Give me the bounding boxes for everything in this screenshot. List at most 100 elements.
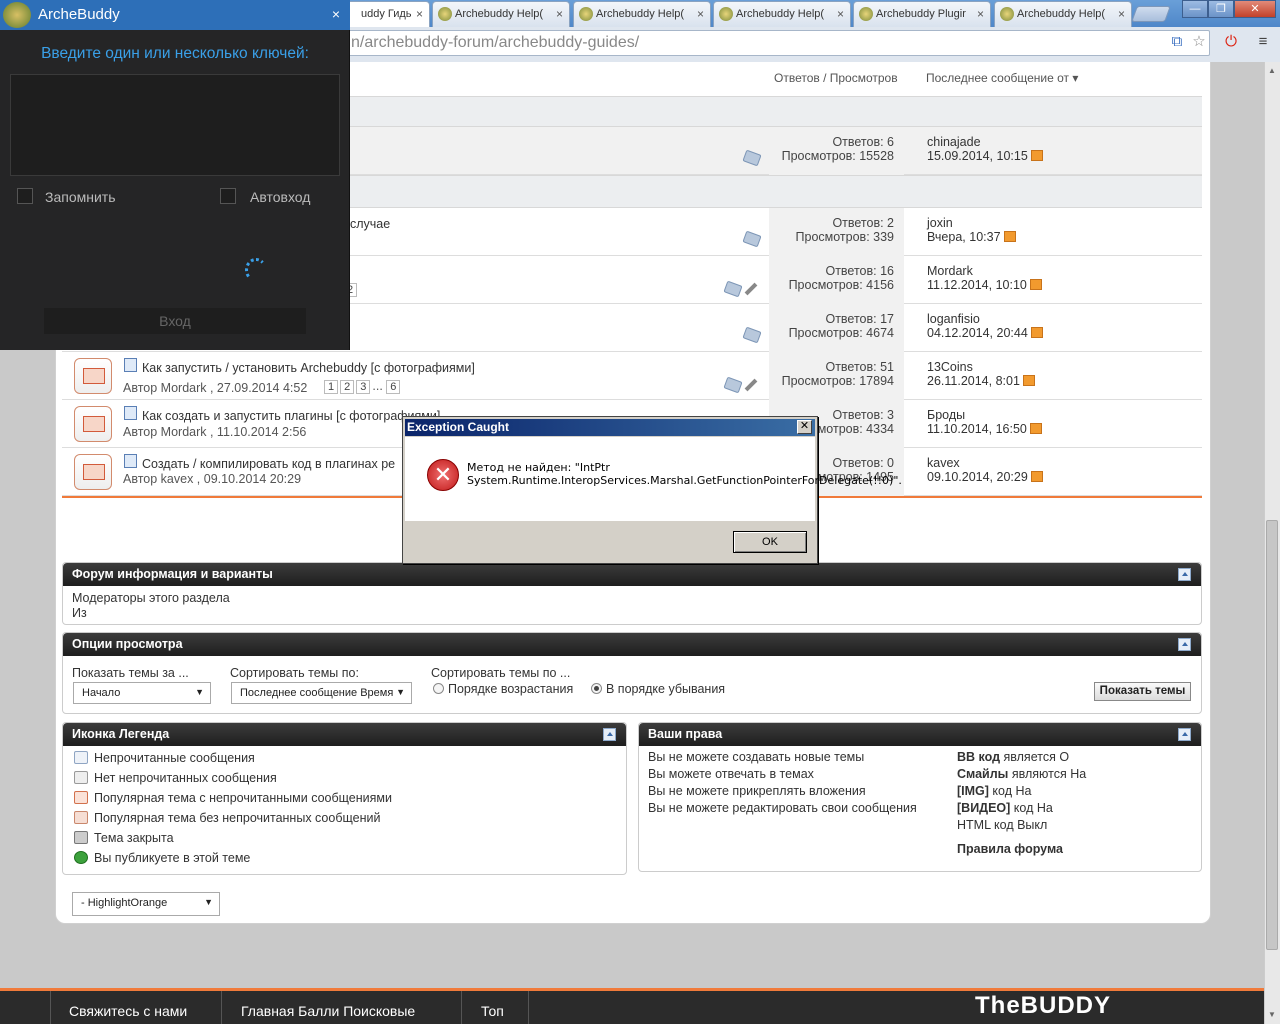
tag-icon xyxy=(723,280,743,298)
posted-icon xyxy=(74,851,88,864)
show-period-select[interactable]: Начало xyxy=(73,682,211,704)
tab-1[interactable]: uddy Гидь × xyxy=(338,1,430,27)
table-row[interactable]: Как запустить / установить Archebuddy [с… xyxy=(62,352,1202,400)
last-user-link[interactable]: 13Coins xyxy=(927,360,1035,374)
remember-checkbox[interactable] xyxy=(17,188,33,204)
order-asc-radio[interactable]: Порядке возрастания xyxy=(433,682,573,696)
archebuddy-logo-icon xyxy=(3,2,31,28)
pencil-icon xyxy=(744,282,758,296)
show-threads-button[interactable]: Показать темы xyxy=(1094,682,1191,701)
tab-5[interactable]: Archebuddy Plugir × xyxy=(853,1,991,27)
go-last-post-icon[interactable] xyxy=(1003,231,1016,242)
thread-title[interactable]: Как создать и запустить плагины [с фотог… xyxy=(142,409,440,423)
col-replies-header[interactable]: Ответов / Просмотров xyxy=(774,71,898,85)
tab-close-icon[interactable]: × xyxy=(837,7,844,21)
new-tab-button[interactable] xyxy=(1131,6,1171,22)
collapse-icon[interactable] xyxy=(1178,568,1191,581)
tab-2[interactable]: Archebuddy Help(× xyxy=(432,1,570,27)
collapse-icon[interactable] xyxy=(1178,728,1191,741)
adblock-icon[interactable]: ⏻ xyxy=(1222,33,1240,51)
icon-legend-panel: Иконка Легенда Непрочитанные сообщения Н… xyxy=(62,722,627,875)
pencil-icon xyxy=(744,378,758,392)
thread-title[interactable]: Создать / компилировать код в плагинах р… xyxy=(142,457,395,471)
view-options-panel: Опции просмотра Показать темы за ... Нач… xyxy=(62,632,1202,714)
collapse-icon[interactable] xyxy=(603,728,616,741)
page-link[interactable]: 3 xyxy=(356,380,371,394)
go-last-post-icon[interactable] xyxy=(1029,423,1042,434)
thread-title[interactable]: Как запустить / установить Archebuddy [с… xyxy=(142,361,475,375)
tab-close-icon[interactable]: × xyxy=(1118,7,1125,21)
page-link[interactable]: 6 xyxy=(386,380,401,394)
last-user-link[interactable]: Броды xyxy=(927,408,1042,422)
read-icon xyxy=(74,771,88,784)
tab-close-icon[interactable]: × xyxy=(416,7,423,21)
minimize-button[interactable]: — xyxy=(1182,0,1208,18)
last-user-link[interactable]: Mordark xyxy=(927,264,1042,278)
keys-textarea[interactable] xyxy=(10,74,340,176)
last-user-link[interactable]: chinajade xyxy=(927,135,1043,149)
popular-thread-icon xyxy=(74,358,112,394)
popular-thread-icon xyxy=(74,406,112,442)
panel-title: Форум информация и варианты xyxy=(63,563,1201,586)
tag-icon xyxy=(723,376,743,394)
address-bar[interactable]: n/archebuddy-forum/archebuddy-guides/ xyxy=(330,30,1210,56)
tab-close-icon[interactable]: × xyxy=(977,7,984,21)
go-last-post-icon[interactable] xyxy=(1022,375,1035,386)
last-user-link[interactable]: loganfisio xyxy=(927,312,1043,326)
forum-info-panel: Форум информация и варианты Модераторы э… xyxy=(62,562,1202,625)
close-icon[interactable]: × xyxy=(332,6,340,22)
favicon-icon xyxy=(438,7,452,21)
scroll-down-icon[interactable]: ▼ xyxy=(1266,1008,1278,1022)
page-link[interactable]: 2 xyxy=(340,380,355,394)
col-last-header[interactable]: Последнее сообщение от ▾ xyxy=(926,71,1078,85)
dialog-body: ✕ Метод не найден: "IntPtr System.Runtim… xyxy=(405,437,902,521)
go-last-post-icon[interactable] xyxy=(1030,471,1043,482)
document-icon xyxy=(124,406,137,420)
panel-title: Иконка Легенда xyxy=(63,723,626,746)
close-icon[interactable]: ✕ xyxy=(797,420,812,434)
translate-icon[interactable]: ⧉ xyxy=(1168,33,1186,51)
tag-icon xyxy=(742,149,762,167)
maximize-button[interactable]: ❐ xyxy=(1208,0,1234,18)
archebuddy-titlebar: ArcheBuddy × xyxy=(0,0,350,30)
footer-home-link[interactable]: Главная Балли Поисковые xyxy=(241,1003,415,1019)
go-last-post-icon[interactable] xyxy=(1030,327,1043,338)
star-icon[interactable]: ☆ xyxy=(1190,33,1208,51)
sort-by-select[interactable]: Последнее сообщение Время xyxy=(231,682,412,704)
tab-close-icon[interactable]: × xyxy=(697,7,704,21)
window-close-button[interactable]: ✕ xyxy=(1234,0,1276,18)
menu-icon[interactable]: ≡ xyxy=(1254,33,1272,51)
tab-4[interactable]: Archebuddy Help(× xyxy=(713,1,851,27)
thebuddy-logo[interactable]: TheBUDDY xyxy=(975,992,1111,1020)
img-code-label: [IMG] xyxy=(957,784,989,798)
forum-rules-link[interactable]: Правила форума xyxy=(957,842,1063,856)
tab-close-icon[interactable]: × xyxy=(556,7,563,21)
dialog-titlebar: Exception Caught ✕ xyxy=(405,419,815,436)
last-user-link[interactable]: joxin xyxy=(927,216,1016,230)
login-button[interactable]: Вход xyxy=(44,308,306,334)
scroll-up-icon[interactable]: ▲ xyxy=(1266,64,1278,78)
last-user-link[interactable]: kavex xyxy=(927,456,1043,470)
thread-title[interactable]: случае xyxy=(350,217,390,231)
footer-top-link[interactable]: Топ xyxy=(481,1003,504,1019)
scrollbar-thumb[interactable] xyxy=(1266,520,1278,950)
loading-spinner-icon xyxy=(245,258,267,282)
collapse-icon[interactable] xyxy=(1178,638,1191,651)
tag-icon xyxy=(742,230,762,248)
style-select[interactable]: - HighlightOrange xyxy=(72,892,220,916)
footer-contact-link[interactable]: Свяжитесь с нами xyxy=(69,1003,187,1019)
page-link[interactable]: 1 xyxy=(324,380,339,394)
archebuddy-window: ArcheBuddy × Введите один или несколько … xyxy=(0,0,350,350)
go-last-post-icon[interactable] xyxy=(1030,150,1043,161)
autologin-checkbox[interactable] xyxy=(220,188,236,204)
smilies-link[interactable]: Смайлы xyxy=(957,767,1008,781)
exception-dialog: Exception Caught ✕ ✕ Метод не найден: "I… xyxy=(402,416,902,564)
tag-icon xyxy=(742,326,762,344)
tab-6[interactable]: Archebuddy Help(× xyxy=(994,1,1132,27)
document-icon xyxy=(124,358,137,372)
tab-3[interactable]: Archebuddy Help(× xyxy=(573,1,711,27)
order-desc-radio[interactable]: В порядке убывания xyxy=(591,682,725,696)
ok-button[interactable]: OK xyxy=(733,531,807,553)
go-last-post-icon[interactable] xyxy=(1029,279,1042,290)
bbcode-link[interactable]: BB код xyxy=(957,750,1000,764)
